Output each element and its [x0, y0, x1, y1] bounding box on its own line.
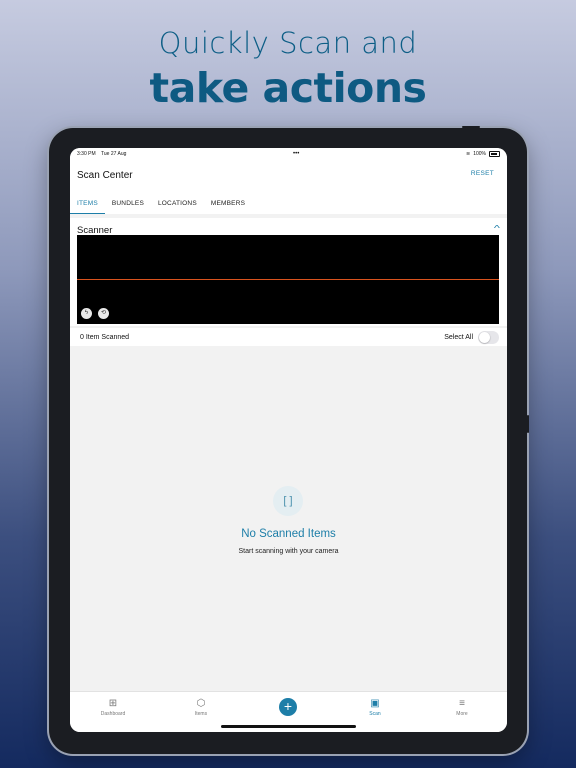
scan-frame-icon: [ ] — [273, 486, 303, 516]
app-screen: 3:30 PM Tue 27 Aug ••• ≋ 100% Scan Cente… — [70, 148, 507, 732]
scanner-panel: Scanner ^ ϟ ⟲ — [70, 218, 507, 326]
nav-dashboard-label: Dashboard — [100, 711, 126, 717]
battery-percent: 100% — [473, 151, 486, 157]
tab-locations[interactable]: LOCATIONS — [151, 194, 204, 214]
menu-icon: ≡ — [459, 698, 465, 709]
bottom-nav: ⊞ Dashboard ⬡ Items + ▣ Scan ≡ More — [70, 691, 507, 732]
toggle-knob — [479, 332, 490, 343]
nav-items-label: Items — [194, 711, 208, 717]
tab-bundles[interactable]: BUNDLES — [105, 194, 151, 214]
status-bar: 3:30 PM Tue 27 Aug ••• ≋ 100% — [70, 148, 507, 160]
camera-viewfinder[interactable]: ϟ ⟲ — [77, 235, 499, 324]
scan-icon: ▣ — [370, 698, 380, 709]
home-indicator — [221, 725, 356, 728]
select-all-toggle[interactable] — [478, 331, 499, 344]
dashboard-icon: ⊞ — [108, 698, 118, 709]
promo-headline-line1: Quickly Scan and — [158, 26, 418, 60]
status-time-date: 3:30 PM Tue 27 Aug — [77, 151, 126, 157]
page-title: Scan Center — [77, 170, 133, 181]
nav-dashboard[interactable]: ⊞ Dashboard — [83, 698, 143, 717]
reset-button[interactable]: RESET — [471, 170, 494, 177]
status-indicators: ≋ 100% — [466, 151, 500, 157]
flip-camera-icon[interactable]: ⟲ — [98, 308, 109, 319]
chevron-up-icon[interactable]: ^ — [494, 224, 500, 233]
box-icon: ⬡ — [196, 698, 206, 709]
empty-state-title: No Scanned Items — [241, 528, 336, 540]
app-header: Scan Center RESET ITEMS BUNDLES LOCATION… — [70, 160, 507, 214]
scanned-count: 0 Item Scanned — [80, 334, 130, 341]
select-all-label: Select All — [444, 334, 473, 341]
status-date: Tue 27 Aug — [101, 151, 127, 157]
nav-scan[interactable]: ▣ Scan — [345, 698, 405, 717]
add-button[interactable]: + — [279, 698, 297, 716]
tab-members[interactable]: MEMBERS — [204, 194, 252, 214]
battery-icon — [489, 151, 500, 157]
nav-more[interactable]: ≡ More — [432, 698, 492, 717]
promo-headline-line2: take actions — [149, 64, 427, 112]
scan-tabs: ITEMS BUNDLES LOCATIONS MEMBERS — [70, 194, 507, 214]
nav-items[interactable]: ⬡ Items — [171, 698, 231, 717]
empty-state-subtitle: Start scanning with your camera — [238, 548, 339, 555]
scan-laser-line — [77, 279, 499, 280]
nav-more-label: More — [456, 711, 468, 717]
flash-icon[interactable]: ϟ — [81, 308, 92, 319]
device-side-button — [527, 415, 529, 433]
wifi-icon: ≋ — [466, 151, 471, 157]
status-time: 3:30 PM — [77, 151, 96, 157]
scan-list-header: 0 Item Scanned Select All — [70, 328, 507, 346]
nav-scan-label: Scan — [369, 711, 381, 717]
device-top-button — [462, 126, 480, 128]
tab-items[interactable]: ITEMS — [70, 194, 105, 214]
multitask-dots[interactable]: ••• — [293, 151, 299, 157]
